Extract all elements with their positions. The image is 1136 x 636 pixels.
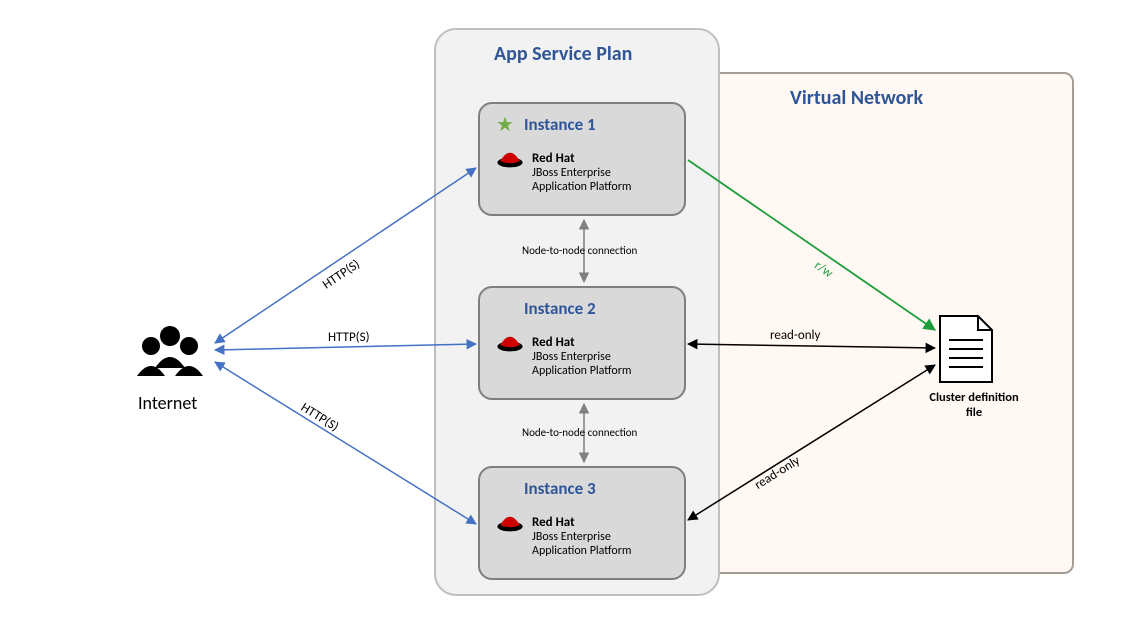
edge-inst3-file — [688, 365, 935, 520]
file-icon — [940, 316, 992, 382]
app-service-plan-title: App Service Plan — [494, 42, 632, 66]
edge-label-readonly-2: read-only — [770, 328, 820, 343]
edge-inst2-file — [688, 344, 935, 348]
diagram-canvas: ★ Instance 1 Red Hat JBoss Enterprise Ap… — [0, 0, 1136, 636]
instance-brand: Red Hat — [532, 336, 575, 349]
instance-1-box: ★ Instance 1 Red Hat JBoss Enterprise Ap… — [478, 102, 686, 216]
internet-label: Internet — [138, 392, 197, 414]
redhat-icon — [496, 148, 524, 170]
instance-product: JBoss Enterprise Application Platform — [532, 167, 632, 195]
edge-label-node-1-2: Node-to-node connection — [522, 244, 637, 257]
edge-internet-inst1 — [215, 168, 476, 343]
cluster-file-label: Cluster definition file — [914, 390, 1034, 420]
star-icon: ★ — [496, 112, 514, 137]
edge-inst1-file — [688, 160, 935, 330]
edge-label-node-2-3: Node-to-node connection — [522, 426, 637, 439]
instance-title: Instance 1 — [524, 114, 596, 135]
instance-product: JBoss Enterprise Application Platform — [532, 351, 632, 379]
instance-3-box: Instance 3 Red Hat JBoss Enterprise Appl… — [478, 466, 686, 580]
edge-label-http-2: HTTP(S) — [328, 330, 370, 345]
edge-internet-inst3 — [215, 362, 476, 524]
instance-title: Instance 3 — [524, 478, 596, 499]
instance-product: JBoss Enterprise Application Platform — [532, 531, 632, 559]
virtual-network-title: Virtual Network — [790, 86, 923, 110]
redhat-icon — [496, 332, 524, 354]
instance-2-box: Instance 2 Red Hat JBoss Enterprise Appl… — [478, 286, 686, 400]
instance-brand: Red Hat — [532, 152, 575, 165]
redhat-icon — [496, 512, 524, 534]
users-icon — [137, 326, 203, 376]
instance-brand: Red Hat — [532, 516, 575, 529]
instance-title: Instance 2 — [524, 298, 596, 319]
